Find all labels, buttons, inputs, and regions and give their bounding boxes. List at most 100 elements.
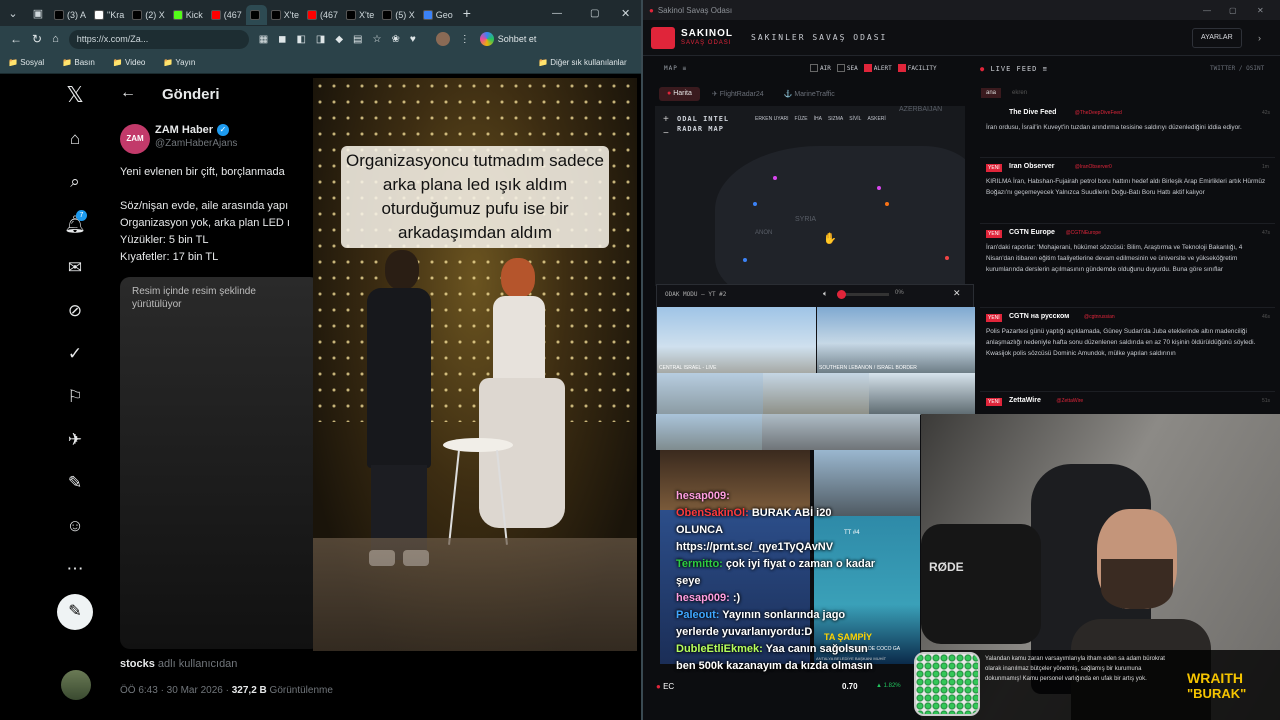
- verified-icon[interactable]: ✓: [64, 343, 86, 365]
- odak-close-button[interactable]: ✕: [953, 288, 961, 299]
- camera-feed[interactable]: [763, 373, 869, 415]
- camera-feed[interactable]: SOUTHERN LEBANON / ISRAEL BORDER: [817, 307, 975, 373]
- feed-tab-ekren[interactable]: ekren: [1007, 88, 1032, 98]
- home-icon[interactable]: ⌂: [52, 33, 59, 45]
- maximize-button[interactable]: ▢: [590, 8, 599, 19]
- zoom-out-button[interactable]: −: [663, 128, 669, 139]
- filter-checkbox[interactable]: SEA: [836, 64, 858, 72]
- x-logo-icon[interactable]: 𝕏: [64, 84, 86, 106]
- browser-tab[interactable]: "Kra: [90, 5, 128, 25]
- map-marker[interactable]: [885, 202, 889, 206]
- feed-source-name[interactable]: The Dive Feed: [1009, 109, 1056, 116]
- volume-icon[interactable]: 🔈︎: [823, 289, 828, 299]
- profile-icon[interactable]: ☺: [64, 515, 86, 537]
- grok-icon[interactable]: ⊘: [64, 300, 86, 322]
- browser-tab[interactable]: (467: [207, 5, 246, 25]
- browser-tab[interactable]: Kick: [169, 5, 207, 25]
- chat-username[interactable]: hesap009:: [676, 592, 730, 604]
- compose-button[interactable]: ✎: [57, 594, 93, 630]
- other-bookmarks[interactable]: 📁 Diğer sık kullanılanlar: [538, 58, 627, 67]
- chat-username[interactable]: hesap009:: [676, 490, 730, 502]
- workspaces-icon[interactable]: ▣: [26, 7, 50, 20]
- feed-item[interactable]: YENİ CGTN Europe @CGTNEurope 47s İran'daki r…: [980, 228, 1275, 308]
- bookmark-folder[interactable]: 📁 Sosyal: [8, 58, 44, 67]
- browser-tab[interactable]: Geo: [419, 5, 457, 25]
- map-marker[interactable]: [877, 186, 881, 190]
- browser-tab[interactable]: (3) A: [50, 5, 90, 25]
- camera-feed[interactable]: [869, 373, 975, 415]
- browser-tab[interactable]: X'te: [267, 5, 303, 25]
- browser-tab[interactable]: (5) X: [378, 5, 419, 25]
- tab-flightradar[interactable]: ✈ FlightRadar24: [704, 87, 772, 101]
- pip-video[interactable]: Organizasyoncu tutmadım sadece arka plan…: [313, 78, 637, 651]
- menu-dots-icon[interactable]: ⋮: [460, 34, 470, 45]
- profile-avatar[interactable]: [435, 32, 450, 46]
- home-icon[interactable]: ⌂: [64, 128, 86, 150]
- bookmark-folder[interactable]: 📁 Basın: [62, 58, 95, 67]
- author-avatar[interactable]: ZAM: [120, 124, 150, 154]
- browser-tab[interactable]: (2) X: [128, 5, 169, 25]
- feed-source-name[interactable]: Iran Observer: [1009, 163, 1055, 170]
- app-maximize-button[interactable]: ▢: [1229, 6, 1237, 15]
- browser-tab[interactable]: X'te: [342, 5, 378, 25]
- feed-source-name[interactable]: CGTN на русском: [1009, 313, 1069, 320]
- map-marker[interactable]: [773, 176, 777, 180]
- chat-username[interactable]: Termitto:: [676, 558, 723, 570]
- zoom-in-button[interactable]: +: [663, 114, 669, 125]
- browser-tab[interactable]: [245, 4, 267, 25]
- feed-item[interactable]: The Dive Feed @TheDeepDiveFeed 42s İran ord…: [980, 108, 1275, 158]
- jobs-icon[interactable]: ✈: [64, 429, 86, 451]
- close-window-button[interactable]: ✕: [621, 7, 630, 20]
- filter-checkbox[interactable]: ALERT: [863, 64, 892, 72]
- feed-item[interactable]: YENİ ZettaWire @ZettaWire 51s: [980, 396, 1275, 415]
- url-input[interactable]: https://x.com/Za...: [68, 29, 249, 49]
- author-handle[interactable]: @ZamHaberAjans: [155, 138, 237, 149]
- back-icon[interactable]: ←: [10, 32, 22, 46]
- source-username[interactable]: stocks: [120, 658, 155, 670]
- volume-slider[interactable]: [837, 290, 889, 299]
- premium-icon[interactable]: ✎: [64, 472, 86, 494]
- camera-feed[interactable]: [657, 373, 763, 415]
- app-minimize-button[interactable]: —: [1203, 6, 1211, 15]
- filter-checkbox[interactable]: FACILITY: [897, 64, 937, 72]
- tab-marinetraffic[interactable]: ⚓ MarineTraffic: [776, 87, 843, 101]
- camera-feed[interactable]: [656, 414, 762, 450]
- feed-item[interactable]: YENİ CGTN на русском @cgtnrussian 46s Polis …: [980, 312, 1275, 392]
- extensions-icons[interactable]: ▦◼◧◨◆▤☆❀♥: [259, 34, 426, 45]
- copilot-button[interactable]: Sohbet et: [479, 32, 536, 46]
- more-icon[interactable]: ⋯: [64, 558, 86, 580]
- chat-username[interactable]: ObenSakinOl:: [676, 507, 749, 519]
- feed-item[interactable]: YENİ Iran Observer @IranObserver0 1m KIRILMA…: [980, 162, 1275, 224]
- map-marker[interactable]: [743, 258, 747, 262]
- app-close-button[interactable]: ✕: [1257, 6, 1264, 15]
- settings-more-icon[interactable]: ›: [1258, 33, 1261, 43]
- back-arrow-icon[interactable]: ←: [120, 84, 136, 102]
- bookmark-folder[interactable]: 📁 Video: [113, 58, 146, 67]
- account-avatar[interactable]: [61, 670, 91, 700]
- minimize-button[interactable]: —: [552, 8, 562, 19]
- new-tab-button[interactable]: +: [463, 5, 471, 21]
- chat-username[interactable]: DubleEtliEkmek:: [676, 643, 763, 655]
- feed-source-name[interactable]: ZettaWire: [1009, 397, 1041, 404]
- explore-icon[interactable]: ⌕: [64, 171, 86, 193]
- feed-tab-ana[interactable]: ana: [981, 88, 1002, 98]
- bookmarks-icon[interactable]: ⚐: [64, 386, 86, 408]
- chat-username[interactable]: Paleout:: [676, 609, 719, 621]
- notifications-icon[interactable]: 🔔︎ 7: [64, 210, 87, 236]
- feed-source-name[interactable]: CGTN Europe: [1009, 229, 1055, 236]
- camera-feed[interactable]: [762, 414, 920, 450]
- browser-tab[interactable]: (467: [303, 5, 342, 25]
- filter-checkbox[interactable]: AIR: [810, 64, 831, 72]
- messages-icon[interactable]: ✉: [64, 257, 86, 279]
- tab-actions-icon[interactable]: ⌄: [0, 7, 26, 20]
- settings-button[interactable]: AYARLAR: [1192, 28, 1242, 48]
- refresh-icon[interactable]: ↻: [32, 32, 42, 46]
- map-marker[interactable]: [753, 202, 757, 206]
- post-timestamp[interactable]: ÖÖ 6:43 · 30 Mar 2026 ·: [120, 685, 229, 696]
- author-name[interactable]: ZAM Haber: [155, 124, 213, 136]
- radar-map[interactable]: + − ODAL INTEL RADAR MAP ERKEN UYARI FÜZE…: [655, 106, 965, 286]
- camera-feed[interactable]: CENTRAL ISRAEL - LIVE: [657, 307, 816, 373]
- tab-harita[interactable]: ● Harita: [659, 87, 700, 101]
- map-marker[interactable]: [945, 256, 949, 260]
- bookmark-folder[interactable]: 📁 Yayın: [163, 58, 195, 67]
